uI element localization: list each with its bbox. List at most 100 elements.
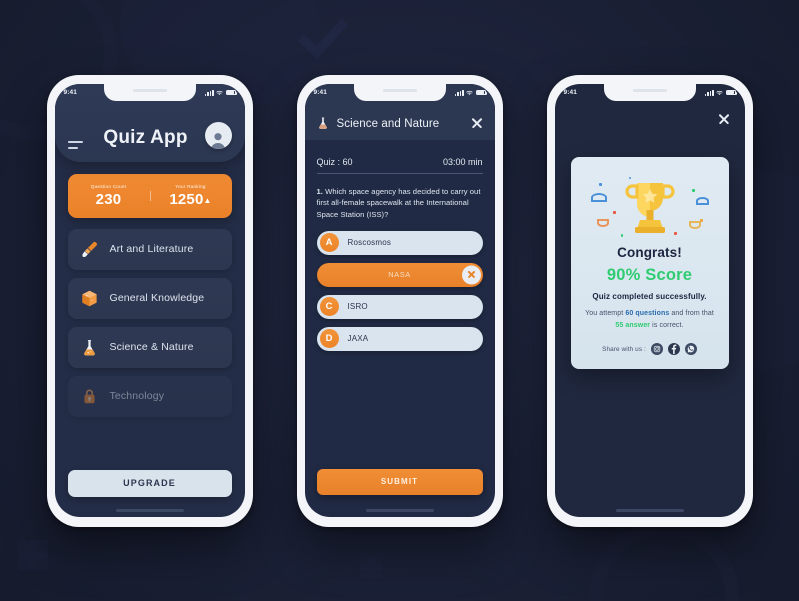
share-row: Share with us : (583, 343, 717, 355)
battery-icon (225, 89, 237, 96)
phone-notch (603, 83, 696, 101)
status-icons (704, 89, 737, 96)
stat-question-count: Question Count 230 (68, 184, 150, 208)
answer-option-d[interactable]: D JAXA (316, 326, 483, 351)
phone-notch (103, 83, 196, 101)
stat-number: 1250 (169, 190, 204, 208)
quiz-body: Quiz : 60 03:00 min 1. Which space agenc… (305, 140, 495, 517)
option-badge: C (319, 297, 339, 317)
box-icon (80, 289, 99, 308)
quiz-title: Science and Nature (336, 117, 440, 130)
upgrade-button[interactable]: UPGRADE (67, 469, 232, 497)
flask-icon (316, 116, 330, 130)
option-label: Roscosmos (347, 238, 392, 248)
confetti-streamer (688, 220, 701, 229)
option-badge: A (319, 233, 339, 253)
confetti-dot (598, 182, 602, 186)
sidebar-item-technology[interactable]: Technology (67, 375, 232, 417)
confetti-dot (691, 188, 695, 192)
stat-label: Your Ranking (175, 183, 206, 189)
stat-value: 230 (95, 190, 122, 208)
detail-middle: and from that (669, 309, 714, 317)
confetti-streamer (590, 192, 607, 202)
signal-icon (204, 89, 214, 96)
submit-button[interactable]: SUBMIT (316, 468, 483, 495)
sidebar-item-art-and-literature[interactable]: Art and Literature (67, 228, 232, 270)
close-circle-icon[interactable] (461, 265, 481, 285)
question-text: 1. Which space agency has decided to car… (317, 186, 483, 221)
score-text: 90% Score (606, 265, 693, 284)
detail-questions: 60 questions (625, 309, 670, 317)
detail-suffix: is correct. (650, 321, 684, 329)
stat-your-ranking: Your Ranking 1250▲ (149, 183, 232, 208)
close-icon[interactable] (470, 116, 484, 130)
status-time: 9:41 (563, 89, 577, 96)
phone-result: 9:41 Congrats! 90% Score Quiz completed … (546, 74, 753, 527)
paintbrush-icon (80, 240, 99, 259)
confetti-dot (674, 232, 677, 235)
answer-option-c[interactable]: C ISRO (316, 294, 483, 319)
instagram-icon[interactable] (650, 343, 663, 355)
status-icons (204, 89, 237, 96)
confetti-streamer (596, 218, 609, 227)
status-icons (454, 89, 487, 96)
phone-home: 9:41 Quiz App Question Count 230 Your Ra… (46, 74, 253, 527)
confetti-streamer (695, 196, 709, 205)
confetti-dot (628, 176, 631, 179)
sidebar-item-science-and-nature[interactable]: Science & Nature (67, 326, 232, 368)
stats-card: Question Count 230 Your Ranking 1250▲ (67, 173, 232, 218)
trophy-illustration (583, 171, 717, 243)
quiz-meta-row: Quiz : 60 03:00 min (316, 156, 483, 175)
confetti-dot (620, 234, 623, 237)
quiz-timer: 03:00 min (442, 156, 483, 167)
wifi-icon (216, 90, 223, 96)
home-body: Question Count 230 Your Ranking 1250▲ Ar… (55, 162, 245, 517)
quiz-screen: 9:41 Science and Nature Quiz: 60 03:00 … (304, 83, 495, 517)
sidebar-item-label: Science & Nature (109, 341, 194, 353)
answer-option-a[interactable]: A Roscosmos (316, 230, 483, 255)
stat-label: Question Count (90, 183, 127, 189)
facebook-icon[interactable] (667, 343, 680, 355)
sidebar-item-label: General Knowledge (109, 292, 205, 304)
flask-icon (80, 338, 99, 357)
battery-icon (725, 89, 737, 96)
signal-icon (704, 89, 714, 96)
user-avatar-icon[interactable] (204, 121, 232, 149)
option-badge: D (319, 329, 339, 349)
hamburger-icon[interactable] (67, 141, 83, 149)
result-subtitle: Quiz completed successfully. (592, 291, 707, 301)
sidebar-item-label: Technology (109, 390, 165, 402)
congrats-title: Congrats! (617, 244, 682, 260)
home-indicator (365, 508, 434, 512)
question-number: 1. (316, 186, 323, 196)
detail-answers: 55 answer (615, 321, 651, 329)
lock-icon (80, 387, 99, 406)
rank-up-arrow-icon: ▲ (203, 195, 212, 205)
detail-prefix: You attempt (585, 309, 626, 317)
home-screen: 9:41 Quiz App Question Count 230 Your Ra… (54, 83, 245, 517)
wifi-icon (716, 90, 723, 96)
result-screen: 9:41 Congrats! 90% Score Quiz completed … (554, 83, 745, 517)
category-menu-list: Art and Literature General Knowledge Sci… (67, 228, 232, 417)
option-label: JAXA (347, 334, 369, 344)
result-detail: You attempt 60 questions and from that 5… (583, 308, 717, 333)
answer-option-b[interactable]: NASA (316, 262, 483, 287)
battery-icon (475, 89, 487, 96)
option-label: NASA (388, 270, 411, 280)
result-card: Congrats! 90% Score Quiz completed succe… (570, 156, 729, 369)
stat-value: 1250▲ (150, 191, 232, 208)
sidebar-item-label: Art and Literature (109, 243, 194, 255)
close-icon[interactable] (717, 112, 731, 126)
sidebar-item-general-knowledge[interactable]: General Knowledge (67, 277, 232, 319)
home-indicator (615, 508, 684, 512)
status-time: 9:41 (63, 89, 77, 96)
trophy-icon (624, 182, 675, 233)
whatsapp-icon[interactable] (684, 343, 697, 355)
option-label: ISRO (347, 302, 368, 312)
wifi-icon (466, 90, 473, 96)
phone-mockups-row: 9:41 Quiz App Question Count 230 Your Ra… (0, 0, 799, 601)
question-body: Which space agency has decided to carry … (316, 186, 481, 220)
status-time: 9:41 (313, 89, 327, 96)
quiz-count-label: Quiz : 60 (316, 156, 353, 167)
share-label: Share with us : (602, 345, 646, 353)
